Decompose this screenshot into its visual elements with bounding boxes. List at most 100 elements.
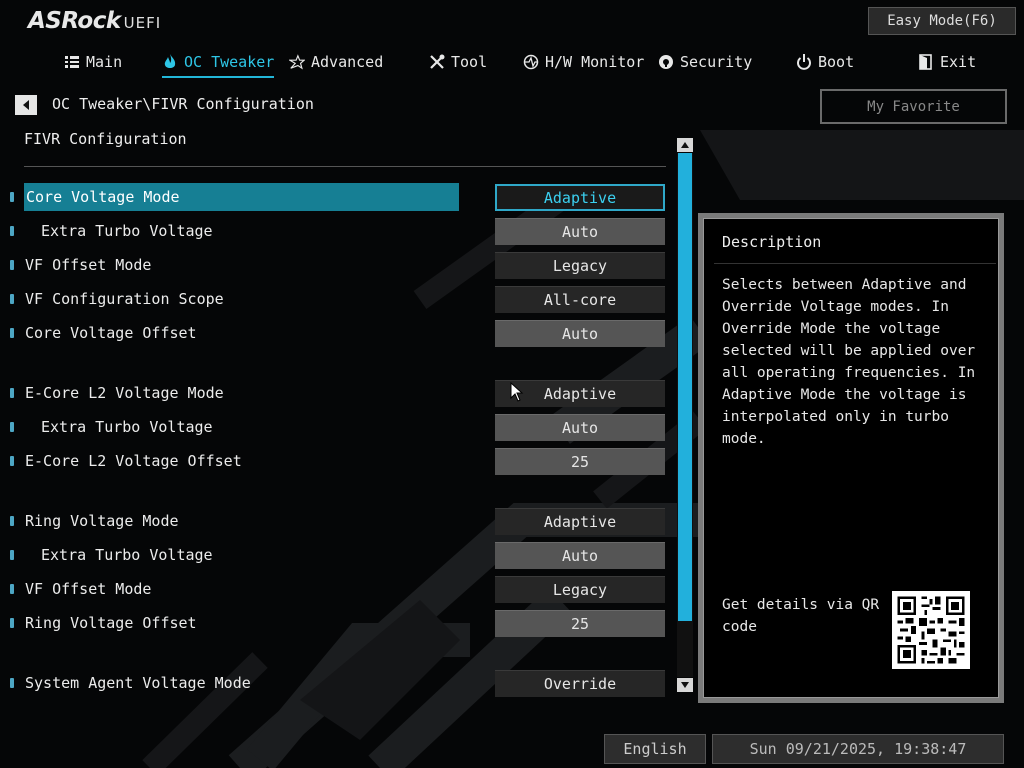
list-icon [64,54,80,70]
description-panel: Description Selects between Adaptive and… [698,213,1004,703]
description-text: Selects between Adaptive and Override Vo… [722,277,976,447]
setting-label: E-Core L2 Voltage Offset [25,452,242,470]
row-marker [10,260,14,270]
power-icon [796,54,812,70]
setting-value-button[interactable]: Auto [495,542,665,569]
row-marker [10,422,14,432]
tab-tool-label: Tool [451,53,488,71]
asrock-logo: ASRock UEFI [28,8,161,38]
shield-icon [658,54,674,70]
setting-value-button[interactable]: Override [495,670,665,697]
description-divider [714,263,996,264]
back-arrow-icon [23,100,29,110]
row-marker [10,456,14,466]
row-marker [10,618,14,628]
setting-value-button[interactable]: Adaptive [495,184,665,211]
section-divider [24,166,666,167]
easy-mode-button[interactable]: Easy Mode(F6) [868,7,1016,35]
setting-row[interactable]: System Agent Voltage Mode Override [0,669,670,697]
tab-security[interactable]: Security [658,44,752,80]
tab-advanced[interactable]: Advanced [289,44,383,80]
setting-label: VF Offset Mode [25,580,152,598]
setting-label: E-Core L2 Voltage Mode [25,384,224,402]
monitor-icon [523,54,539,70]
tools-icon [429,54,445,70]
tab-exit-label: Exit [940,53,977,71]
language-button[interactable]: English [604,734,706,764]
setting-label: System Agent Voltage Mode [25,674,251,692]
setting-row[interactable]: VF Offset Mode Legacy [0,575,670,603]
tab-hw-monitor-label: H/W Monitor [545,53,645,71]
row-marker [10,192,14,202]
setting-label: Core Voltage Mode [24,183,459,211]
setting-row[interactable]: VF Configuration Scope All-core [0,285,670,313]
qr-caption: Get details via QR code [722,597,880,635]
logo-text: ASRock [28,8,121,34]
setting-value-button[interactable]: 25 [495,610,665,637]
scroll-down-button[interactable] [677,678,693,692]
tab-boot[interactable]: Boot [796,44,854,80]
setting-label: Core Voltage Offset [25,324,197,342]
row-marker [10,294,14,304]
setting-row[interactable]: Extra Turbo Voltage Auto [0,217,670,245]
setting-row[interactable]: Ring Voltage Offset 25 [0,609,670,637]
row-marker [10,584,14,594]
tab-advanced-label: Advanced [311,53,384,71]
logo-sub-text: UEFI [123,14,162,32]
setting-row[interactable]: VF Offset Mode Legacy [0,251,670,279]
setting-row[interactable]: Extra Turbo Voltage Auto [0,541,670,569]
flame-icon [162,54,178,70]
setting-row[interactable]: Ring Voltage Mode Adaptive [0,507,670,535]
setting-row[interactable]: E-Core L2 Voltage Mode Adaptive [0,379,670,407]
description-title: Description [722,233,822,251]
setting-value-button[interactable]: Legacy [495,576,665,603]
tab-boot-label: Boot [818,53,855,71]
setting-label: VF Offset Mode [25,256,152,274]
setting-row[interactable]: Extra Turbo Voltage Auto [0,413,670,441]
tab-hw-monitor[interactable]: H/W Monitor [523,44,644,80]
tab-oc-tweaker[interactable]: OC Tweaker [162,44,275,80]
tab-oc-tweaker-label: OC Tweaker [184,53,275,71]
breadcrumb: OC Tweaker\FIVR Configuration [52,95,314,113]
tab-tool[interactable]: Tool [429,44,487,80]
row-marker [10,516,14,526]
setting-value-button[interactable]: Auto [495,414,665,441]
row-marker [10,550,14,560]
setting-label: Extra Turbo Voltage [41,222,213,240]
setting-value-button[interactable]: 25 [495,448,665,475]
setting-label: Extra Turbo Voltage [41,418,213,436]
setting-value-button[interactable]: Legacy [495,252,665,279]
tab-main-label: Main [86,53,123,71]
top-nav: Main OC Tweaker Advanced Tool H/W Monito… [0,44,1024,80]
setting-row[interactable]: Core Voltage Mode Adaptive [0,183,670,211]
setting-value-button[interactable]: Auto [495,218,665,245]
arrow-up-icon [681,142,689,148]
setting-row[interactable]: E-Core L2 Voltage Offset 25 [0,447,670,475]
star-icon [289,54,305,70]
setting-label: VF Configuration Scope [25,290,224,308]
mouse-cursor-icon [510,382,524,402]
setting-label: Ring Voltage Offset [25,614,197,632]
tab-main[interactable]: Main [64,44,122,80]
scrollbar-thumb[interactable] [678,153,692,621]
setting-label: Extra Turbo Voltage [41,546,213,564]
setting-row[interactable]: Core Voltage Offset Auto [0,319,670,347]
section-title: FIVR Configuration [24,130,187,148]
row-marker [10,678,14,688]
row-marker [10,388,14,398]
exit-icon [918,54,934,70]
arrow-down-icon [681,682,689,688]
tab-security-label: Security [680,53,753,71]
setting-label: Ring Voltage Mode [25,512,179,530]
setting-value-button[interactable]: Adaptive [495,508,665,535]
qr-code [892,591,970,669]
my-favorite-button[interactable]: My Favorite [820,89,1007,124]
row-marker [10,226,14,236]
row-marker [10,328,14,338]
date-time-display: Sun 09/21/2025, 19:38:47 [712,734,1004,764]
setting-value-button[interactable]: Auto [495,320,665,347]
scroll-up-button[interactable] [677,138,693,152]
tab-exit[interactable]: Exit [918,44,976,80]
setting-value-button[interactable]: All-core [495,286,665,313]
back-button[interactable] [15,95,37,115]
